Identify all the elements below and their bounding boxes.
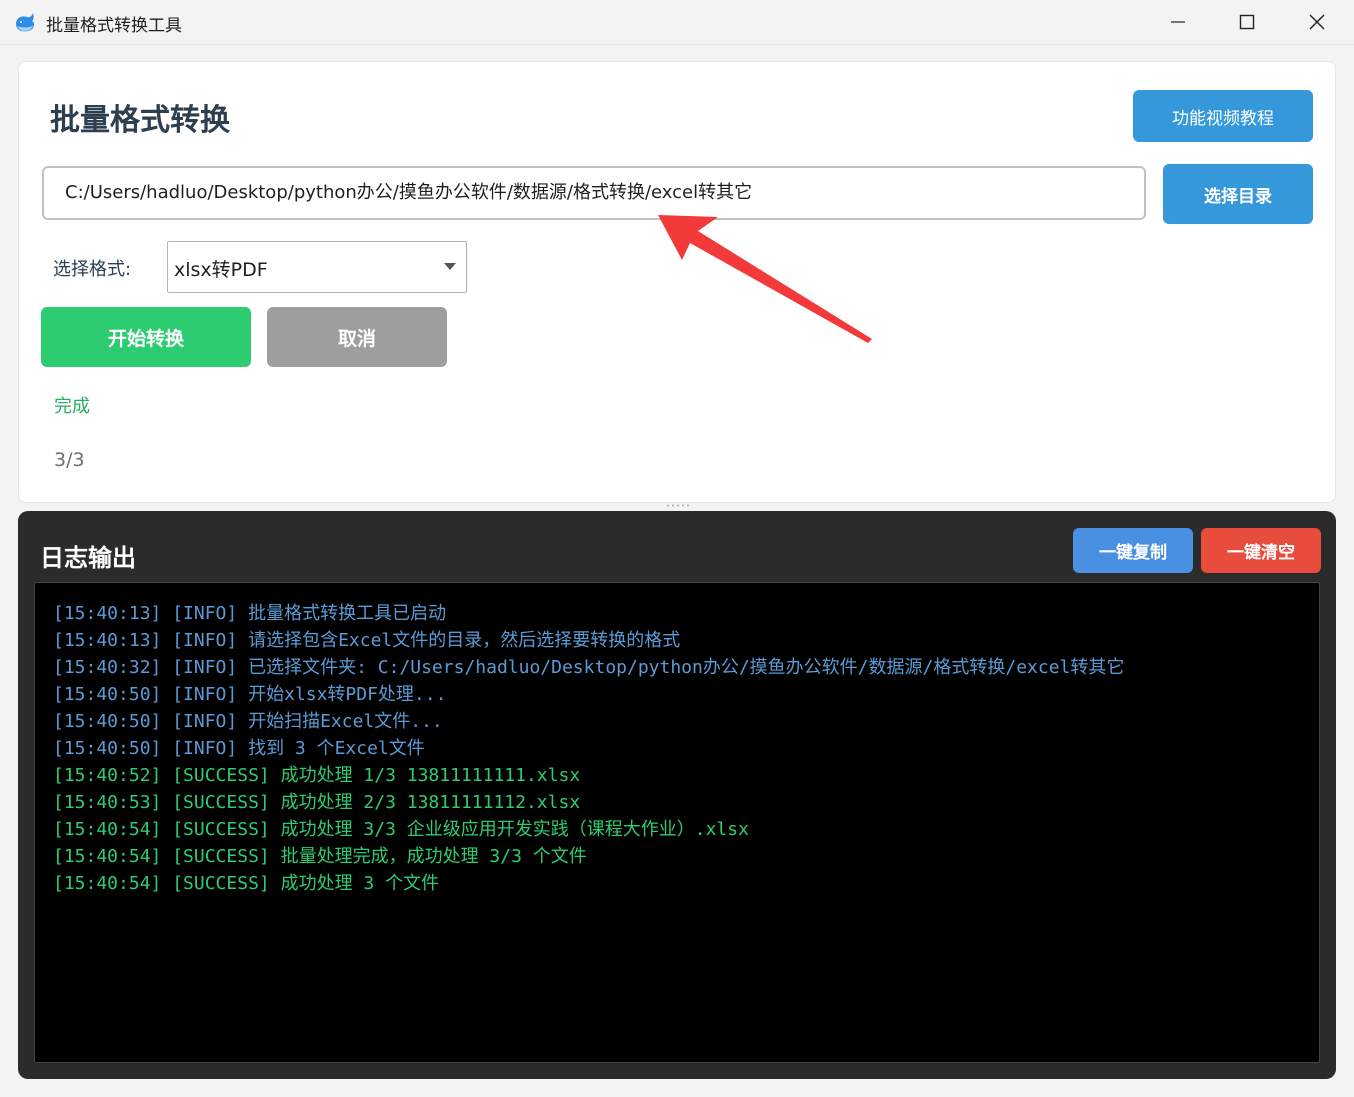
log-line: [15:40:13] [INFO] 请选择包含Excel文件的目录，然后选择要转… xyxy=(53,630,681,651)
progress-count: 3/3 xyxy=(54,449,85,471)
log-line: [15:40:32] [INFO] 已选择文件夹: C:/Users/hadlu… xyxy=(53,657,1125,678)
annotation-arrow xyxy=(658,215,872,343)
log-line: [15:40:53] [SUCCESS] 成功处理 2/3 1381111111… xyxy=(53,792,581,813)
start-convert-button[interactable]: 开始转换 xyxy=(41,307,251,367)
log-line: [15:40:50] [INFO] 开始扫描Excel文件... xyxy=(53,711,443,732)
directory-path-input[interactable]: C:/Users/hadluo/Desktop/python办公/摸鱼办公软件/… xyxy=(42,166,1146,220)
format-selected-value: xlsx转PDF xyxy=(174,259,268,281)
page-title: 批量格式转换 xyxy=(50,103,230,138)
log-output[interactable]: [15:40:13] [INFO] 批量格式转换工具已启动 [15:40:13]… xyxy=(34,582,1320,1063)
close-icon xyxy=(1309,14,1325,30)
splitter-handle[interactable] xyxy=(666,504,690,507)
log-panel: 日志输出 一键复制 一键清空 [15:40:13] [INFO] 批量格式转换工… xyxy=(18,511,1336,1079)
log-title: 日志输出 xyxy=(40,544,136,572)
title-bar: 批量格式转换工具 xyxy=(0,0,1354,45)
maximize-icon xyxy=(1239,14,1255,30)
choose-directory-button[interactable]: 选择目录 xyxy=(1163,164,1313,224)
cancel-button[interactable]: 取消 xyxy=(267,307,447,367)
log-line: [15:40:54] [SUCCESS] 成功处理 3/3 企业级应用开发实践（… xyxy=(53,819,749,840)
log-line: [15:40:52] [SUCCESS] 成功处理 1/3 1381111111… xyxy=(53,765,581,786)
video-tutorial-button[interactable]: 功能视频教程 xyxy=(1133,90,1313,142)
maximize-button[interactable] xyxy=(1212,0,1282,44)
window-title: 批量格式转换工具 xyxy=(46,16,182,36)
status-message: 完成 xyxy=(54,396,90,417)
minimize-button[interactable] xyxy=(1143,0,1213,44)
log-line: [15:40:50] [INFO] 开始xlsx转PDF处理... xyxy=(53,684,447,705)
clear-log-button[interactable]: 一键清空 xyxy=(1201,528,1321,573)
log-line: [15:40:50] [INFO] 找到 3 个Excel文件 xyxy=(53,738,425,759)
copy-log-button[interactable]: 一键复制 xyxy=(1073,528,1193,573)
log-line: [15:40:54] [SUCCESS] 批量处理完成，成功处理 3/3 个文件 xyxy=(53,846,587,867)
log-line: [15:40:13] [INFO] 批量格式转换工具已启动 xyxy=(53,603,447,624)
format-select[interactable]: xlsx转PDF xyxy=(167,241,467,293)
chevron-down-icon xyxy=(444,263,456,270)
close-button[interactable] xyxy=(1282,0,1352,44)
minimize-icon xyxy=(1171,21,1185,23)
format-label: 选择格式: xyxy=(53,259,132,280)
whale-icon xyxy=(16,13,35,32)
log-line: [15:40:54] [SUCCESS] 成功处理 3 个文件 xyxy=(53,873,440,894)
